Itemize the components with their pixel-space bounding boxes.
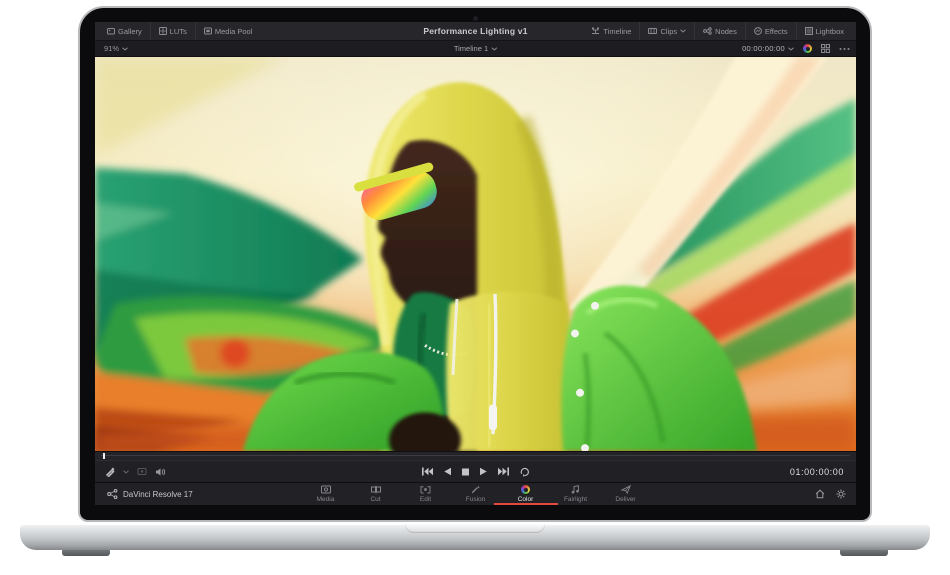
davinci-resolve-window: Gallery LUTs Media Pool Performance Ligh… (95, 22, 856, 505)
loop-button[interactable] (519, 467, 530, 477)
tab-media[interactable]: Media (301, 483, 351, 505)
fusion-page-icon (471, 485, 481, 494)
timeline-icon (591, 27, 600, 35)
skip-end-button[interactable] (497, 467, 509, 476)
lid-notch (405, 524, 545, 533)
tab-media-label: Media (317, 496, 335, 503)
viewer-timecode-select[interactable]: 00:00:00:00 (742, 44, 794, 53)
viewer-toolbar-right: 00:00:00:00 (742, 41, 850, 56)
home-icon[interactable] (815, 489, 825, 499)
tab-fairlight[interactable]: Fairlight (551, 483, 601, 505)
right-button-group: Timeline Clips Nodes Effects (583, 22, 852, 40)
cut-page-icon (371, 485, 381, 494)
viewer-timecode: 00:00:00:00 (742, 44, 785, 53)
luts-icon (159, 27, 167, 35)
timeline-select[interactable]: Timeline 1 (454, 41, 497, 56)
color-page-icon (521, 485, 530, 494)
top-toolbar: Gallery LUTs Media Pool Performance Ligh… (95, 22, 856, 41)
color-page-viewer (95, 57, 856, 451)
timeline-label: Timeline (603, 27, 631, 36)
playhead[interactable] (103, 453, 105, 459)
timeline-name: Timeline 1 (454, 44, 488, 53)
tab-cut[interactable]: Cut (351, 483, 401, 505)
grab-still-icon[interactable] (137, 467, 147, 476)
webcam-dot (473, 16, 478, 21)
deliver-page-icon (621, 485, 631, 494)
play-button[interactable] (479, 467, 487, 476)
zoom-level-value: 91% (104, 44, 119, 53)
tab-edit-label: Edit (420, 496, 431, 503)
page-bar-right (815, 489, 846, 499)
settings-icon[interactable] (836, 489, 846, 499)
color-picker-icon[interactable] (105, 467, 115, 477)
tab-cut-label: Cut (370, 496, 380, 503)
app-name: DaVinci Resolve 17 (123, 490, 193, 499)
skip-start-button[interactable] (421, 467, 433, 476)
zoom-level-select[interactable]: 91% (95, 41, 137, 56)
laptop-base (20, 524, 930, 550)
speaker-icon[interactable] (155, 467, 166, 477)
page-bar: DaVinci Resolve 17 Media Cut Edit (95, 482, 856, 505)
effects-label: Effects (765, 27, 788, 36)
tab-deliver-label: Deliver (615, 496, 635, 503)
chevron-down-icon (788, 47, 794, 51)
tab-fusion[interactable]: Fusion (451, 483, 501, 505)
media-pool-label: Media Pool (215, 27, 253, 36)
stop-button[interactable] (461, 468, 469, 476)
project-title: Performance Lighting v1 (423, 22, 527, 40)
nodes-label: Nodes (715, 27, 737, 36)
app-identity: DaVinci Resolve 17 (107, 489, 193, 499)
performance-lighting-artwork (95, 57, 856, 451)
color-management-icon[interactable] (803, 44, 812, 53)
gallery-button[interactable]: Gallery (99, 22, 150, 40)
split-screen-icon[interactable] (821, 44, 830, 53)
nodes-icon (703, 27, 712, 35)
media-page-icon (321, 485, 331, 494)
transport-bar: 01:00:00:00 (95, 460, 856, 482)
effects-icon (754, 27, 762, 35)
laptop-lid: Gallery LUTs Media Pool Performance Ligh… (78, 6, 872, 522)
gallery-icon (107, 27, 115, 35)
lightbox-label: Lightbox (816, 27, 844, 36)
play-reverse-button[interactable] (443, 467, 451, 476)
effects-button[interactable]: Effects (745, 22, 796, 40)
chevron-down-icon (680, 29, 686, 33)
chevron-down-icon (491, 47, 497, 51)
media-pool-icon (204, 27, 212, 35)
lightbox-icon (805, 27, 813, 35)
luts-button[interactable]: LUTs (150, 22, 195, 40)
timeline-button[interactable]: Timeline (583, 22, 639, 40)
davinci-resolve-logo (107, 489, 118, 499)
lightbox-button[interactable]: Lightbox (796, 22, 852, 40)
media-pool-button[interactable]: Media Pool (195, 22, 261, 40)
clips-button[interactable]: Clips (639, 22, 694, 40)
scrub-track (101, 455, 850, 456)
more-options-icon[interactable] (839, 47, 850, 51)
viewer-toolbar: 91% Timeline 1 00:00:00:00 (95, 41, 856, 57)
page-tabs: Media Cut Edit Fusion (301, 483, 651, 505)
master-timecode: 01:00:00:00 (790, 467, 844, 477)
luts-label: LUTs (170, 27, 187, 36)
tab-deliver[interactable]: Deliver (601, 483, 651, 505)
left-button-group: Gallery LUTs Media Pool (99, 22, 260, 40)
fairlight-page-icon (571, 485, 580, 494)
tab-fairlight-label: Fairlight (564, 496, 587, 503)
tab-color[interactable]: Color (501, 483, 551, 505)
chevron-down-icon[interactable] (123, 470, 129, 474)
clips-icon (648, 27, 657, 35)
transport-controls (421, 467, 530, 477)
edit-page-icon (420, 485, 431, 494)
gallery-label: Gallery (118, 27, 142, 36)
tab-fusion-label: Fusion (466, 496, 486, 503)
clips-label: Clips (660, 27, 677, 36)
viewer-scrub-bar[interactable] (95, 451, 856, 460)
macbook-laptop: Gallery LUTs Media Pool Performance Ligh… (0, 0, 950, 575)
tab-edit[interactable]: Edit (401, 483, 451, 505)
tab-color-label: Color (518, 496, 534, 503)
chevron-down-icon (122, 47, 128, 51)
viewer-tools (105, 467, 166, 477)
nodes-button[interactable]: Nodes (694, 22, 745, 40)
